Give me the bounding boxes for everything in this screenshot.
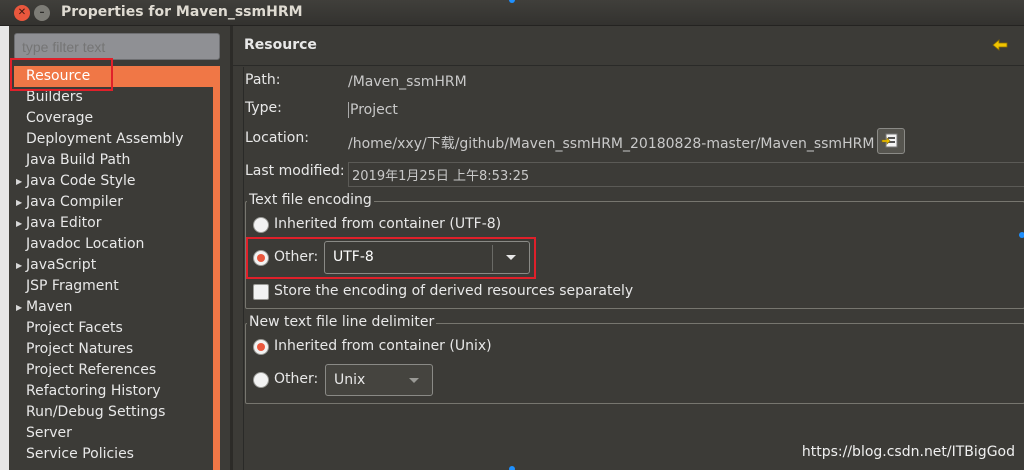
tree-item-java-build-path[interactable]: Java Build Path xyxy=(14,150,213,171)
line-delimiter-group-title: New text file line delimiter xyxy=(247,314,437,330)
tree-item-label: JSP Fragment xyxy=(26,278,119,294)
tree-item-run-debug-settings[interactable]: Run/Debug Settings xyxy=(14,402,213,423)
right-panel: Resource Path: /Maven_ssmHRM Type: Proje… xyxy=(233,26,1024,470)
expand-arrow-icon[interactable]: ▶ xyxy=(16,255,22,276)
tree-item-javadoc-location[interactable]: Javadoc Location xyxy=(14,234,213,255)
delimiter-other-value: Unix xyxy=(334,372,366,388)
tree-item-label: Java Compiler xyxy=(26,194,124,210)
window-titlebar: ✕ – Properties for Maven_ssmHRM xyxy=(0,0,1024,26)
tree-item-label: Deployment Assembly xyxy=(26,131,184,147)
store-derived-encoding-checkbox[interactable] xyxy=(253,284,269,300)
background-window-edge xyxy=(0,26,9,470)
delimiter-inherited-radio[interactable] xyxy=(253,339,269,355)
filter-input[interactable] xyxy=(14,33,220,60)
resource-content: Path: /Maven_ssmHRM Type: Project Locati… xyxy=(243,67,1024,470)
text-encoding-group-title: Text file encoding xyxy=(247,192,374,208)
tree-item-java-editor[interactable]: ▶ Java Editor xyxy=(14,213,213,234)
tree-item-label: Project Facets xyxy=(26,320,123,336)
tree-item-label: Server xyxy=(26,425,72,441)
location-value: /home/xxy/下载/github/Maven_ssmHRM_2018082… xyxy=(348,136,875,152)
expand-arrow-icon[interactable]: ▶ xyxy=(16,297,22,318)
location-label: Location: xyxy=(245,130,309,146)
chevron-down-icon[interactable] xyxy=(409,378,419,383)
window-title: Properties for Maven_ssmHRM xyxy=(61,4,303,20)
page-title: Resource xyxy=(244,37,317,53)
page-header: Resource xyxy=(233,26,1024,66)
tree-item-service-policies[interactable]: Service Policies xyxy=(14,444,213,465)
show-in-system-explorer-button[interactable] xyxy=(877,128,905,154)
tree-item-label: Refactoring History xyxy=(26,383,161,399)
tree-item-refactoring-history[interactable]: Refactoring History xyxy=(14,381,213,402)
tree-item-project-facets[interactable]: Project Facets xyxy=(14,318,213,339)
resource-highlight-box xyxy=(10,58,113,91)
selection-handle xyxy=(1019,232,1024,238)
close-icon[interactable]: ✕ xyxy=(14,5,30,21)
delimiter-other-radio[interactable] xyxy=(253,372,269,388)
tree-item-project-natures[interactable]: Project Natures xyxy=(14,339,213,360)
left-panel: ResourceBuildersCoverageDeployment Assem… xyxy=(9,26,230,470)
tree-item-javascript[interactable]: ▶ JavaScript xyxy=(14,255,213,276)
type-label: Type: xyxy=(245,100,282,116)
tree-item-maven[interactable]: ▶ Maven xyxy=(14,297,213,318)
tree-scrollbar[interactable] xyxy=(213,66,220,470)
expand-arrow-icon[interactable]: ▶ xyxy=(16,171,22,192)
tree-item-label: Java Code Style xyxy=(26,173,136,189)
encoding-highlight-box xyxy=(246,237,536,279)
last-modified-label: Last modified: xyxy=(245,163,345,179)
delimiter-other-combo[interactable]: Unix xyxy=(325,364,433,396)
tree-item-label: Java Build Path xyxy=(26,152,131,168)
encoding-inherited-radio[interactable] xyxy=(253,217,269,233)
last-modified-value: 2019年1月25日 上午8:53:25 xyxy=(352,169,530,184)
selection-handle xyxy=(509,466,515,470)
tree-item-label: Coverage xyxy=(26,110,94,126)
tree-item-label: Java Editor xyxy=(26,215,102,231)
tree-item-label: Run/Debug Settings xyxy=(26,404,166,420)
encoding-inherited-label: Inherited from container (UTF-8) xyxy=(274,216,502,232)
expand-arrow-icon[interactable]: ▶ xyxy=(16,192,22,213)
delimiter-inherited-label: Inherited from container (Unix) xyxy=(274,338,492,354)
tree-item-java-code-style[interactable]: ▶ Java Code Style xyxy=(14,171,213,192)
delimiter-other-label: Other: xyxy=(274,371,319,387)
store-derived-encoding-label: Store the encoding of derived resources … xyxy=(274,283,634,299)
tree-item-project-references[interactable]: Project References xyxy=(14,360,213,381)
path-value: /Maven_ssmHRM xyxy=(348,74,467,90)
tree-item-coverage[interactable]: Coverage xyxy=(14,108,213,129)
tree-item-deployment-assembly[interactable]: Deployment Assembly xyxy=(14,129,213,150)
last-modified-field: 2019年1月25日 上午8:53:25 xyxy=(348,162,1024,187)
tree-list: Resource Builders Coverage Deployment Assem… xyxy=(14,66,213,470)
tree-item-label: Maven xyxy=(26,299,73,315)
tree-item-server[interactable]: Server xyxy=(14,423,213,444)
tree-item-label: Project References xyxy=(26,362,157,378)
properties-tree: Resource Builders Coverage Deployment Assem… xyxy=(14,66,220,470)
back-arrow-icon[interactable] xyxy=(992,37,1008,53)
tree-item-java-compiler[interactable]: ▶ Java Compiler xyxy=(14,192,213,213)
tree-item-label: Project Natures xyxy=(26,341,134,357)
tree-item-jsp-fragment[interactable]: JSP Fragment xyxy=(14,276,213,297)
open-folder-icon xyxy=(881,133,898,148)
type-value: Project xyxy=(348,102,398,118)
tree-item-label: JavaScript xyxy=(26,257,97,273)
path-label: Path: xyxy=(245,72,281,88)
expand-arrow-icon[interactable]: ▶ xyxy=(16,213,22,234)
watermark: https://blog.csdn.net/ITBigGod xyxy=(801,444,1015,460)
tree-item-label: Javadoc Location xyxy=(26,236,145,252)
tree-item-label: Service Policies xyxy=(26,446,134,462)
minimize-icon[interactable]: – xyxy=(34,5,50,21)
